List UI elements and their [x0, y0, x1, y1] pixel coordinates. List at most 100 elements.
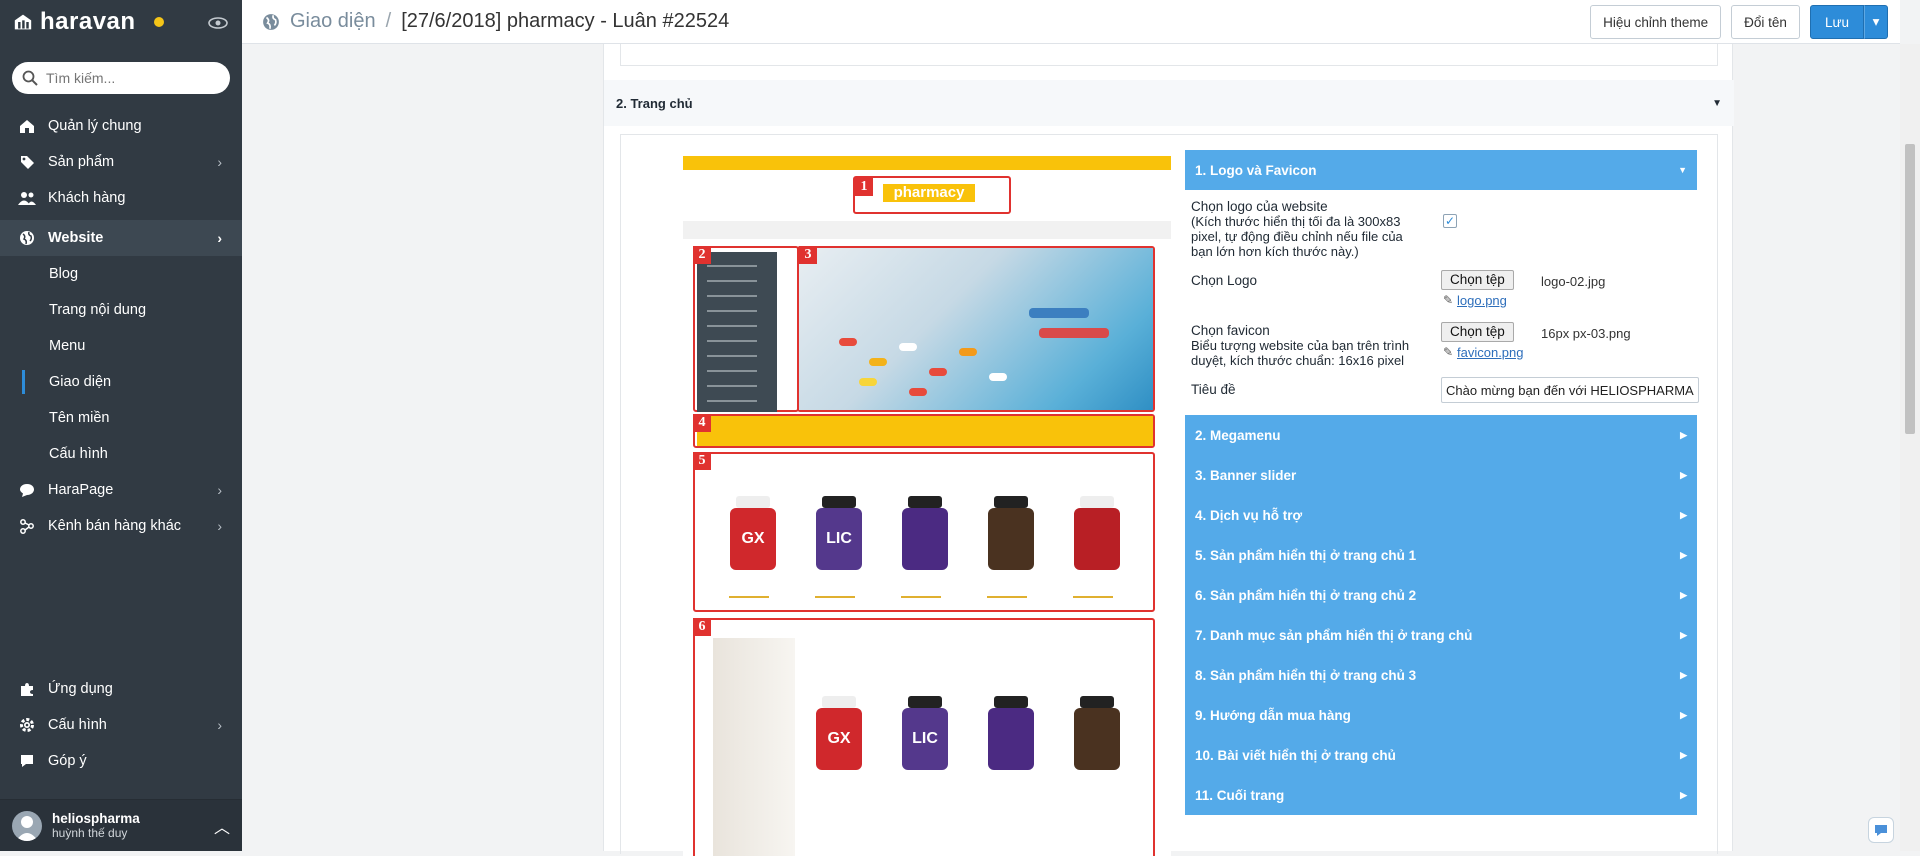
accordion-logo-favicon[interactable]: 1. Logo và Favicon ▼	[1185, 150, 1697, 190]
caret-down-icon: ▼	[1678, 165, 1687, 175]
caret-right-icon: ▶	[1680, 670, 1687, 681]
sidebar-item-products[interactable]: Sản phẩm ›	[0, 144, 242, 180]
sidebar-sub-settings[interactable]: Cấu hình	[0, 436, 242, 472]
chevron-right-icon: ›	[217, 230, 222, 246]
sidebar-item-settings[interactable]: Cấu hình ›	[0, 707, 242, 743]
preview-product: GX	[725, 496, 781, 586]
feedback-icon	[18, 752, 36, 770]
accordion-buying-guide[interactable]: 9. Hướng dẫn mua hàng ▶	[1185, 695, 1697, 735]
sidebar-item-feedback[interactable]: Góp ý	[0, 743, 242, 779]
caret-right-icon: ▶	[1680, 710, 1687, 721]
accordion-home-articles[interactable]: 10. Bài viết hiển thị ở trang chủ▶	[1185, 735, 1697, 775]
paperclip-icon: ✎	[1443, 293, 1453, 307]
accordion-support-services[interactable]: 4. Dịch vụ hỗ trợ▶	[1185, 495, 1697, 535]
logo-web-checkbox[interactable]: ✓	[1443, 214, 1457, 228]
settings-accordion: 1. Logo và Favicon ▼ Chọn logo của websi…	[1185, 135, 1697, 855]
preview-product	[897, 496, 953, 586]
sidebar-sub-themes[interactable]: Giao diện	[0, 364, 242, 400]
sidebar-item-harapage[interactable]: HaraPage ›	[0, 472, 242, 508]
accordion-home-products-2[interactable]: 6. Sản phẩm hiển thị ở trang chủ 2▶	[1185, 575, 1697, 615]
accordion-megamenu[interactable]: 2. Megamenu▶	[1185, 415, 1697, 455]
edit-theme-button[interactable]: Hiệu chỉnh theme	[1590, 5, 1721, 39]
favicon-label: Chọn favicon	[1191, 323, 1431, 338]
preview-top-bar	[683, 156, 1171, 170]
section-header-homepage[interactable]: 2. Trang chủ ▼	[604, 80, 1734, 126]
logo-file-name: logo-02.jpg	[1541, 274, 1605, 289]
caret-right-icon: ▶	[1680, 550, 1687, 561]
site-title-input[interactable]	[1441, 377, 1699, 403]
home-icon	[18, 117, 36, 135]
sidebar: haravan Quản lý chung Sản phẩm › Khách h…	[0, 0, 242, 851]
rename-button[interactable]: Đổi tên	[1731, 5, 1800, 39]
accordion-title: 9. Hướng dẫn mua hàng	[1195, 708, 1351, 723]
sidebar-item-label: Quản lý chung	[48, 118, 142, 134]
preview-category-banner	[713, 638, 795, 856]
sidebar-item-overview[interactable]: Quản lý chung	[0, 108, 242, 144]
favicon-link[interactable]: favicon.png	[1457, 345, 1524, 360]
haravan-logo-icon[interactable]	[14, 13, 32, 31]
globe-icon	[262, 13, 280, 31]
sidebar-item-label: HaraPage	[48, 482, 113, 498]
users-icon	[18, 189, 36, 207]
sidebar-item-label: Khách hàng	[48, 190, 125, 206]
caret-down-icon: ▼	[1712, 98, 1722, 109]
caret-right-icon: ▶	[1680, 510, 1687, 521]
sidebar-item-label: Cấu hình	[48, 717, 107, 733]
sidebar-item-channels[interactable]: Kênh bán hàng khác ›	[0, 508, 242, 544]
sidebar-item-website[interactable]: Website ›	[0, 220, 242, 256]
puzzle-icon	[18, 680, 36, 698]
preview-product: LIC	[811, 496, 867, 586]
user-menu[interactable]: heliospharma huỳnh thế duy ︿	[0, 799, 242, 851]
accordion-home-products-1[interactable]: 5. Sản phẩm hiển thị ở trang chủ 1 ▶	[1185, 535, 1697, 575]
preview-marker: 4	[693, 414, 711, 432]
chevron-up-icon[interactable]: ︿	[214, 814, 230, 838]
preview-marker: 1	[855, 178, 873, 196]
preview-logo-area: pharmacy	[853, 176, 1011, 214]
accordion-home-categories[interactable]: 7. Danh mục sản phẩm hiển thị ở trang ch…	[1185, 615, 1697, 655]
preview-product	[983, 496, 1039, 586]
preview-marker: 2	[693, 246, 711, 264]
favicon-file-button[interactable]: Chọn tệp	[1441, 322, 1514, 342]
logo-link[interactable]: logo.png	[1457, 293, 1507, 308]
notification-dot-icon	[154, 17, 164, 27]
sidebar-bottom-nav: Ứng dụng Cấu hình › Góp ý	[0, 671, 242, 779]
save-button[interactable]: Lưu	[1810, 5, 1864, 39]
sidebar-item-apps[interactable]: Ứng dụng	[0, 671, 242, 707]
breadcrumb-themes-link[interactable]: Giao diện	[290, 10, 376, 33]
sidebar-item-label: Góp ý	[48, 753, 87, 769]
chevron-right-icon: ›	[217, 518, 222, 534]
accordion-footer[interactable]: 11. Cuối trang▶	[1185, 775, 1697, 815]
accordion-title: 5. Sản phẩm hiển thị ở trang chủ 1	[1195, 548, 1416, 563]
eye-icon[interactable]	[208, 16, 228, 28]
sidebar-sub-blog[interactable]: Blog	[0, 256, 242, 292]
accordion-banner-slider[interactable]: 3. Banner slider ▶	[1185, 455, 1697, 495]
breadcrumb: Giao diện / [27/6/2018] pharmacy - Luân …	[262, 10, 729, 33]
chat-support-icon[interactable]	[1868, 817, 1894, 843]
accordion-title: 2. Megamenu	[1195, 428, 1281, 443]
favicon-help: Biểu tượng website của bạn trên trình du…	[1191, 338, 1431, 368]
save-dropdown-button[interactable]: ▾	[1864, 5, 1888, 39]
preview-product	[1069, 496, 1125, 586]
sidebar-sub-pages[interactable]: Trang nội dung	[0, 292, 242, 328]
accordion-home-products-3[interactable]: 8. Sản phẩm hiển thị ở trang chủ 3▶	[1185, 655, 1697, 695]
section-title: 2. Trang chủ	[616, 96, 693, 111]
search-input[interactable]	[46, 70, 226, 86]
caret-right-icon: ▶	[1680, 470, 1687, 481]
scrollbar-thumb[interactable]	[1905, 144, 1915, 434]
sidebar-item-customers[interactable]: Khách hàng	[0, 180, 242, 216]
scrollbar[interactable]	[1900, 44, 1920, 851]
accordion-title: 3. Banner slider	[1195, 468, 1296, 483]
header-actions: Hiệu chỉnh theme Đổi tên Lưu ▾	[1590, 5, 1888, 39]
caret-right-icon: ▶	[1680, 790, 1687, 801]
sidebar-sub-domains[interactable]: Tên miền	[0, 400, 242, 436]
accordion-title: 10. Bài viết hiển thị ở trang chủ	[1195, 748, 1396, 763]
brand-name[interactable]: haravan	[40, 8, 136, 36]
user-name: heliospharma	[52, 811, 140, 826]
globe-icon	[18, 229, 36, 247]
logo-file-button[interactable]: Chọn tệp	[1441, 270, 1514, 290]
title-label: Tiêu đề	[1191, 382, 1236, 397]
preview-product	[983, 696, 1039, 786]
page-title: [27/6/2018] pharmacy - Luân #22524	[401, 10, 729, 33]
sidebar-sub-menu[interactable]: Menu	[0, 328, 242, 364]
logo-label: Chọn Logo	[1191, 273, 1257, 288]
